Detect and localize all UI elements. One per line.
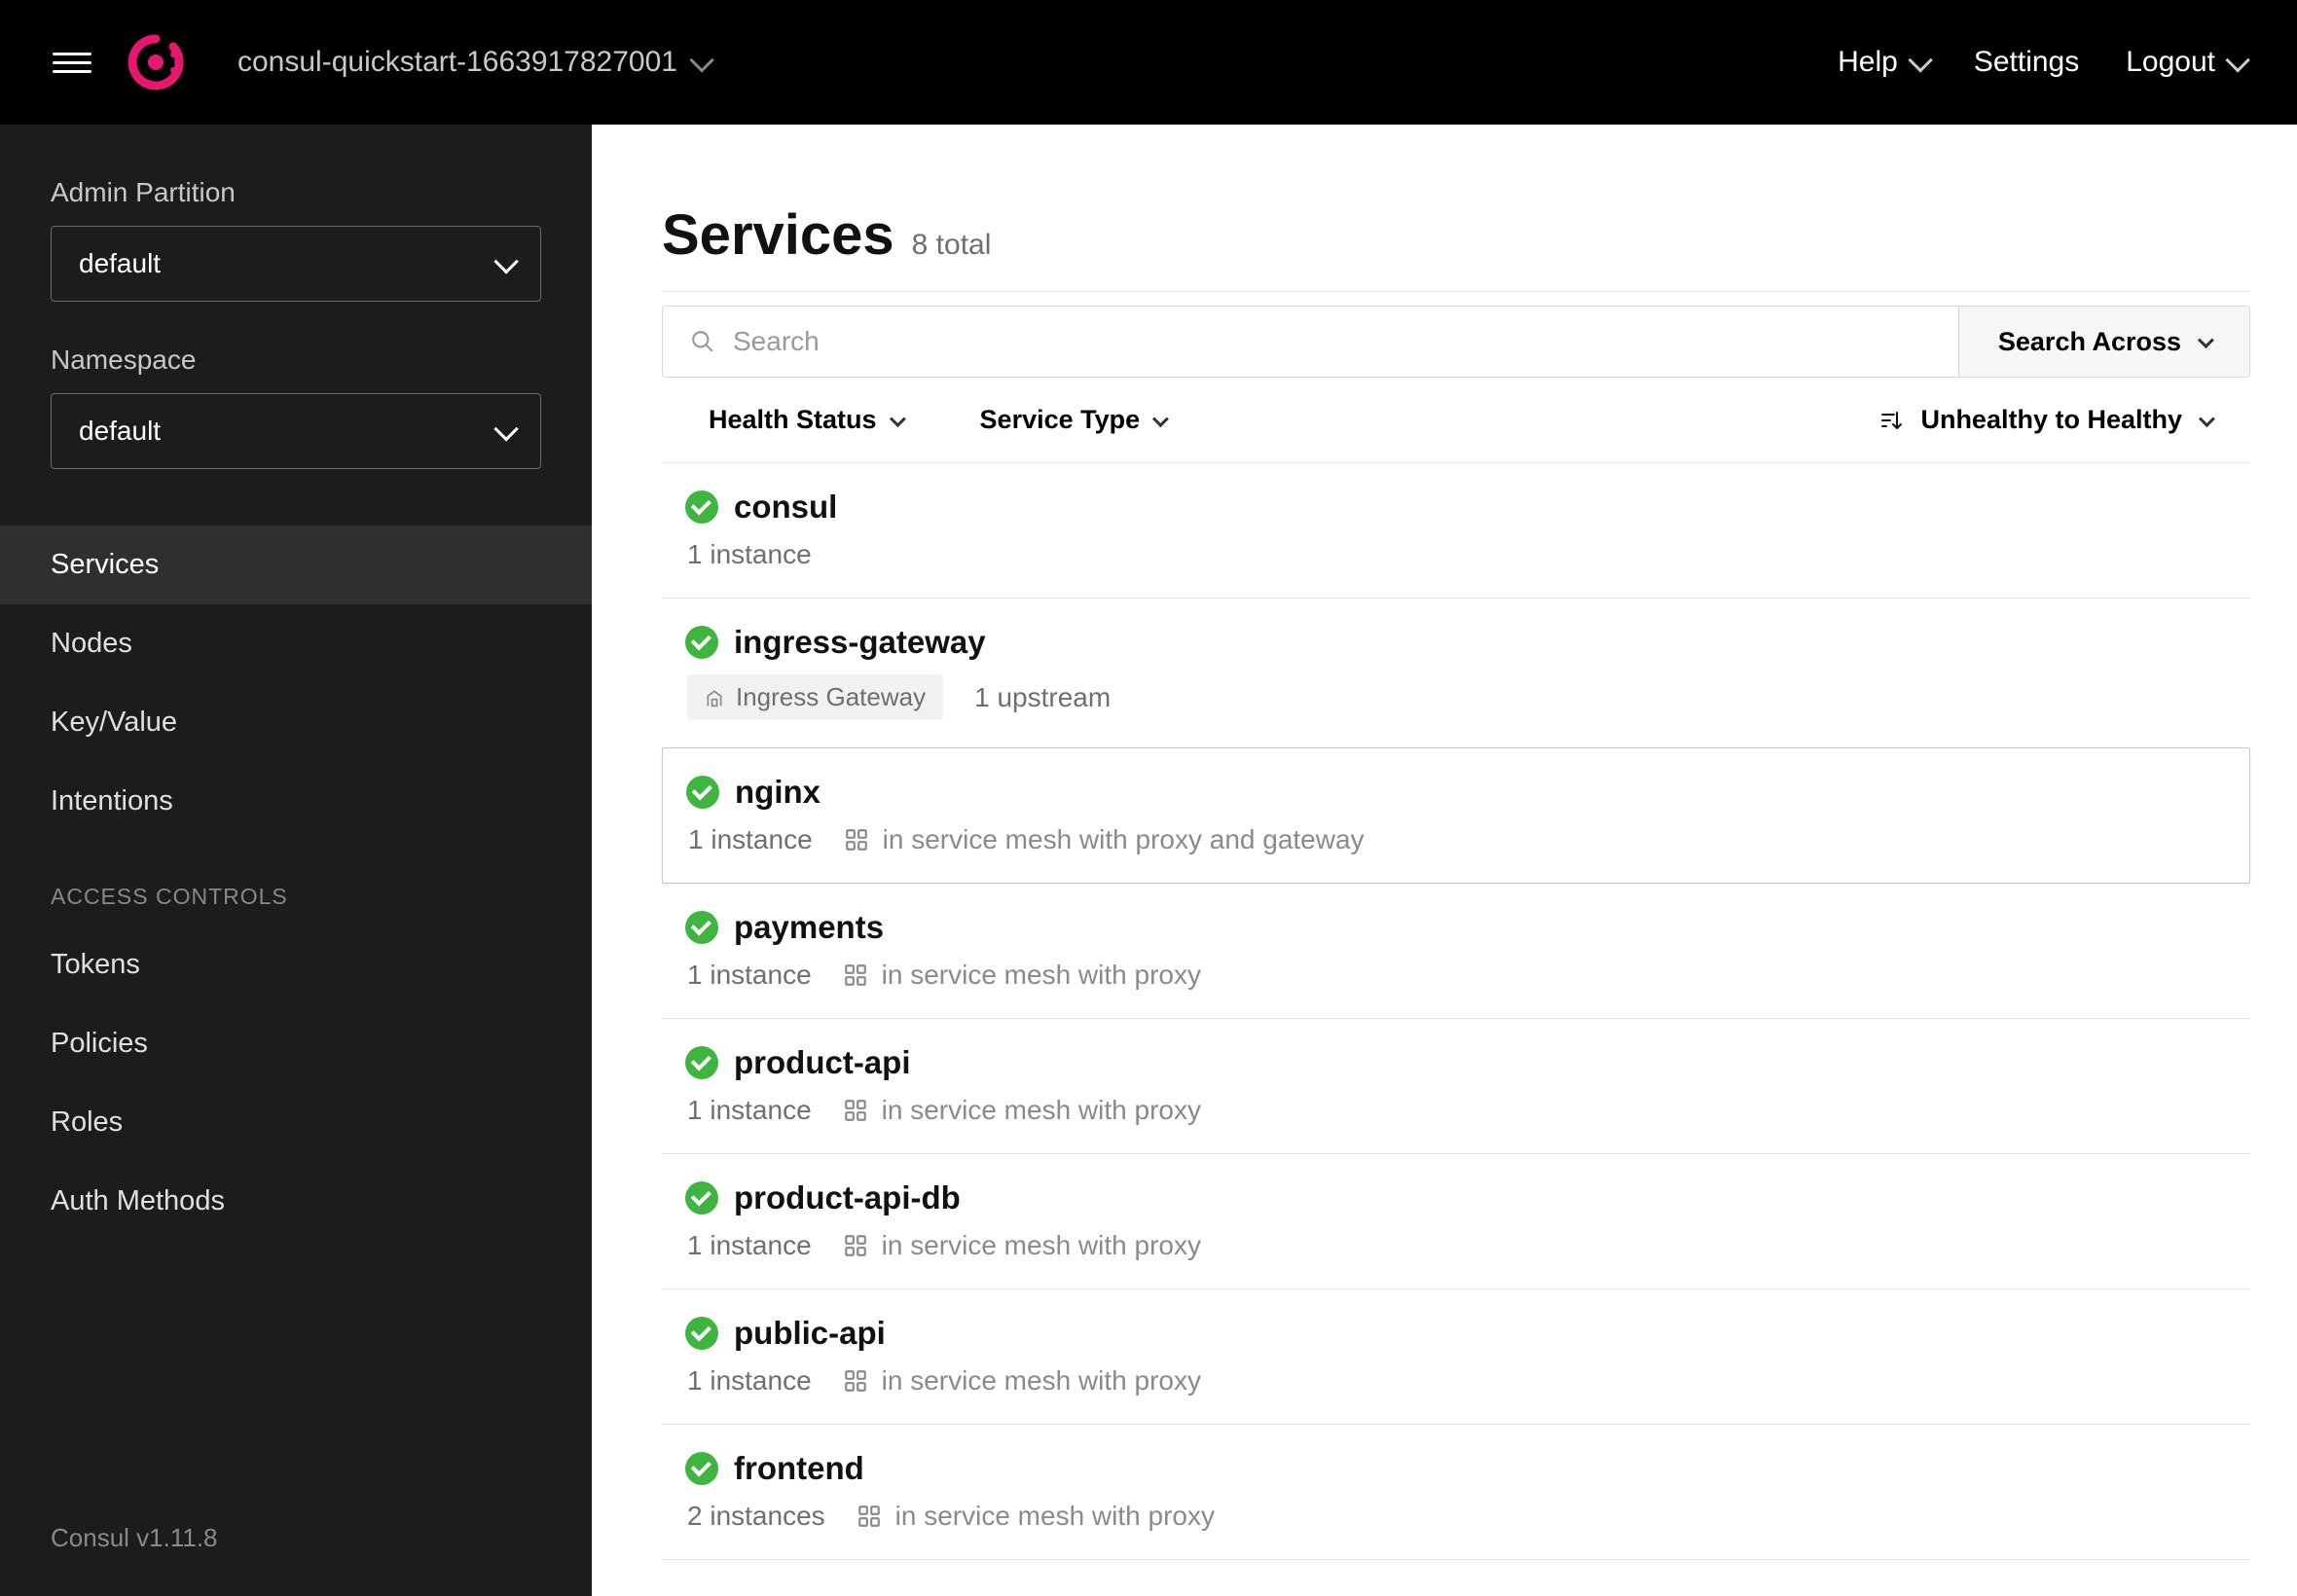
search-bar: Search Across <box>662 306 2250 378</box>
chevron-down-icon <box>1908 48 1932 72</box>
service-kind-badge: Ingress Gateway <box>687 674 943 720</box>
divider <box>662 291 2250 292</box>
health-check-icon <box>685 626 718 659</box>
sidebar-item-intentions[interactable]: Intentions <box>0 762 592 841</box>
sidebar-item-policies[interactable]: Policies <box>0 1004 592 1083</box>
chevron-down-icon <box>689 48 713 72</box>
settings-link[interactable]: Settings <box>1974 46 2079 79</box>
service-item[interactable]: ingress-gateway Ingress Gateway 1 upstream <box>662 598 2250 748</box>
service-list: consul 1 instance ingress-gateway Ingress G… <box>662 462 2250 1560</box>
instance-count: 1 instance <box>688 824 813 855</box>
filter-health-status[interactable]: Health Status <box>709 405 902 435</box>
service-item[interactable]: payments 1 instance in service mesh with p… <box>662 884 2250 1019</box>
admin-partition-select[interactable]: default <box>51 226 541 302</box>
mesh-label: in service mesh with proxy <box>843 1365 1201 1396</box>
filter-service-type[interactable]: Service Type <box>980 405 1166 435</box>
service-name[interactable]: public-api <box>734 1315 886 1352</box>
health-check-icon <box>686 776 719 809</box>
service-item[interactable]: product-api-db 1 instance in service mesh … <box>662 1154 2250 1289</box>
mesh-icon <box>843 962 868 988</box>
consul-logo[interactable] <box>127 33 185 91</box>
page-title: Services <box>662 202 894 268</box>
sort-icon <box>1879 409 1903 432</box>
mesh-label: in service mesh with proxy and gateway <box>844 824 1365 855</box>
health-check-icon <box>685 1317 718 1350</box>
sidebar-item-keyvalue[interactable]: Key/Value <box>0 683 592 762</box>
help-link[interactable]: Help <box>1838 46 1927 79</box>
menu-icon[interactable] <box>53 43 91 82</box>
service-item[interactable]: frontend 2 instances in service mesh with … <box>662 1425 2250 1560</box>
chevron-down-icon <box>1152 411 1169 427</box>
search-across-button[interactable]: Search Across <box>1958 307 2249 377</box>
sidebar-item-services[interactable]: Services <box>0 526 592 604</box>
chevron-down-icon <box>889 411 905 427</box>
admin-partition-label: Admin Partition <box>51 177 541 208</box>
service-name[interactable]: product-api-db <box>734 1179 961 1216</box>
service-name[interactable]: ingress-gateway <box>734 624 986 661</box>
main-content: Services 8 total Search Across Health St… <box>592 125 2297 1596</box>
sidebar-item-nodes[interactable]: Nodes <box>0 604 592 683</box>
service-name[interactable]: product-api <box>734 1044 910 1081</box>
health-check-icon <box>685 490 718 524</box>
mesh-label: in service mesh with proxy <box>843 960 1201 991</box>
service-name[interactable]: payments <box>734 909 884 946</box>
mesh-icon <box>844 827 869 852</box>
page-subtitle: 8 total <box>912 229 992 262</box>
health-check-icon <box>685 1181 718 1215</box>
namespace-select[interactable]: default <box>51 393 541 469</box>
mesh-icon <box>843 1098 868 1123</box>
service-item[interactable]: public-api 1 instance in service mesh with… <box>662 1289 2250 1425</box>
mesh-icon <box>857 1504 882 1529</box>
sort-selector[interactable]: Unhealthy to Healthy <box>1879 405 2211 435</box>
logout-link[interactable]: Logout <box>2126 46 2244 79</box>
instance-count: 1 instance <box>687 1095 812 1126</box>
topbar: consul-quickstart-1663917827001 Help Set… <box>0 0 2297 125</box>
datacenter-name: consul-quickstart-1663917827001 <box>237 46 677 79</box>
instance-count: 1 instance <box>687 1230 812 1261</box>
namespace-label: Namespace <box>51 345 541 376</box>
service-name[interactable]: nginx <box>735 774 820 811</box>
chevron-down-icon <box>2199 411 2215 427</box>
instance-count: 2 instances <box>687 1501 825 1532</box>
mesh-icon <box>843 1233 868 1258</box>
service-item[interactable]: consul 1 instance <box>662 463 2250 598</box>
chevron-down-icon <box>493 249 518 273</box>
search-icon <box>690 329 715 354</box>
service-item[interactable]: nginx 1 instance in service mesh with prox… <box>662 747 2250 884</box>
upstream-count: 1 upstream <box>974 682 1111 713</box>
service-name[interactable]: frontend <box>734 1450 864 1487</box>
chevron-down-icon <box>2225 48 2249 72</box>
service-item[interactable]: product-api 1 instance in service mesh wit… <box>662 1019 2250 1154</box>
sidebar-item-auth-methods[interactable]: Auth Methods <box>0 1162 592 1241</box>
datacenter-selector[interactable]: consul-quickstart-1663917827001 <box>237 46 709 79</box>
health-check-icon <box>685 1046 718 1079</box>
chevron-down-icon <box>493 417 518 441</box>
access-controls-header: ACCESS CONTROLS <box>0 841 592 925</box>
search-input[interactable] <box>733 326 1931 357</box>
gateway-icon <box>705 688 724 707</box>
version-label: Consul v1.11.8 <box>51 1523 218 1553</box>
mesh-label: in service mesh with proxy <box>843 1230 1201 1261</box>
mesh-label: in service mesh with proxy <box>843 1095 1201 1126</box>
mesh-label: in service mesh with proxy <box>857 1501 1215 1532</box>
chevron-down-icon <box>2198 332 2214 348</box>
service-name[interactable]: consul <box>734 489 837 526</box>
instance-count: 1 instance <box>687 539 812 570</box>
sidebar: Admin Partition default Namespace defaul… <box>0 125 592 1596</box>
health-check-icon <box>685 1452 718 1485</box>
health-check-icon <box>685 911 718 944</box>
instance-count: 1 instance <box>687 1365 812 1396</box>
mesh-icon <box>843 1368 868 1394</box>
sidebar-item-tokens[interactable]: Tokens <box>0 925 592 1004</box>
sidebar-item-roles[interactable]: Roles <box>0 1083 592 1162</box>
instance-count: 1 instance <box>687 960 812 991</box>
